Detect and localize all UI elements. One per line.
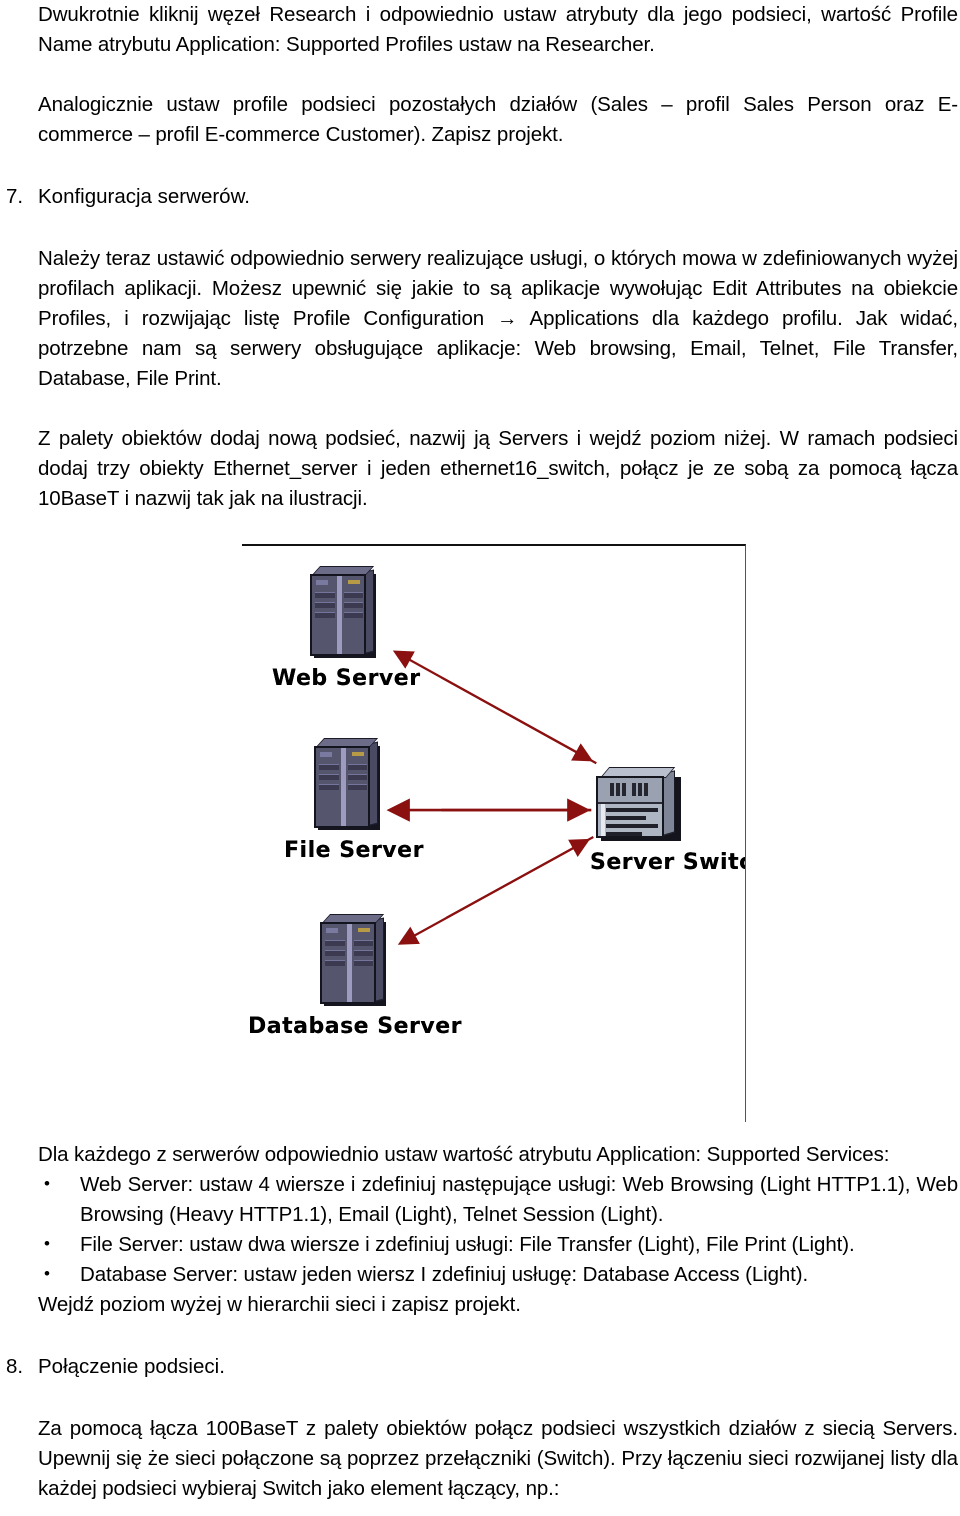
server-tower-icon [314, 738, 380, 830]
list-item-7-number: 7. [6, 185, 24, 208]
server-tower-icon [320, 914, 386, 1006]
paragraph-other-department-profiles: Analogicznie ustaw profile podsieci pozo… [38, 93, 958, 146]
link-web-to-switch-head [441, 676, 594, 762]
list-item-8-label: Połączenie podsieci. [38, 1355, 225, 1378]
paragraph-configure-servers: Należy teraz ustawić odpowiednio serwery… [38, 247, 958, 390]
diagram-canvas: Web Server File Server Database Server S… [242, 546, 745, 1122]
list-item: • Web Server: ustaw 4 wiersze i zdefiniu… [0, 1170, 960, 1230]
node-web-server[interactable]: Web Server [272, 566, 420, 691]
list-item-8-number: 8. [6, 1355, 24, 1378]
node-label-database-server: Database Server [248, 1014, 462, 1039]
node-label-file-server: File Server [284, 838, 424, 863]
list-item-label: File Server: ustaw dwa wiersze i zdefini… [80, 1233, 855, 1256]
link-db-to-switch-head [446, 838, 591, 919]
server-services-list: • Web Server: ustaw 4 wiersze i zdefiniu… [0, 1170, 960, 1290]
node-server-switch[interactable]: Server Switch [590, 767, 745, 875]
paragraph-supported-services: Dla każdego z serwerów odpowiednio ustaw… [38, 1143, 890, 1166]
document-page: Dwukrotnie kliknij węzeł Research i odpo… [0, 0, 960, 1516]
node-file-server[interactable]: File Server [284, 738, 423, 863]
node-label-server-switch: Server Switch [590, 850, 745, 875]
paragraph-add-subnet-servers: Z palety obiektów dodaj nową podsieć, na… [38, 427, 958, 510]
network-topology-figure: Web Server File Server Database Server S… [242, 544, 746, 1122]
list-item-7-label: Konfiguracja serwerów. [38, 185, 250, 208]
list-item-7: 7. Konfiguracja serwerów. [0, 182, 960, 212]
paragraph-save-project: Wejdź poziom wyżej w hierarchii sieci i … [38, 1293, 521, 1316]
list-item-label: Database Server: ustaw jeden wiersz I zd… [80, 1263, 809, 1286]
bullet-icon: • [44, 1234, 50, 1253]
server-tower-icon [310, 566, 376, 658]
list-item: • File Server: ustaw dwa wiersze i zdefi… [0, 1230, 960, 1260]
bullet-icon: • [44, 1264, 50, 1283]
node-database-server[interactable]: Database Server [248, 914, 461, 1039]
paragraph-research-node: Dwukrotnie kliknij węzeł Research i odpo… [38, 3, 958, 56]
paragraph-connect-subnets: Za pomocą łącza 100BaseT z palety obiekt… [38, 1417, 958, 1500]
network-switch-icon [596, 767, 682, 842]
bullet-icon: • [44, 1174, 50, 1193]
node-label-web-server: Web Server [272, 666, 421, 691]
list-item-8: 8. Połączenie podsieci. [0, 1352, 960, 1382]
list-item-label: Web Server: ustaw 4 wiersze i zdefiniuj … [80, 1173, 958, 1226]
list-item: • Database Server: ustaw jeden wiersz I … [0, 1260, 960, 1290]
